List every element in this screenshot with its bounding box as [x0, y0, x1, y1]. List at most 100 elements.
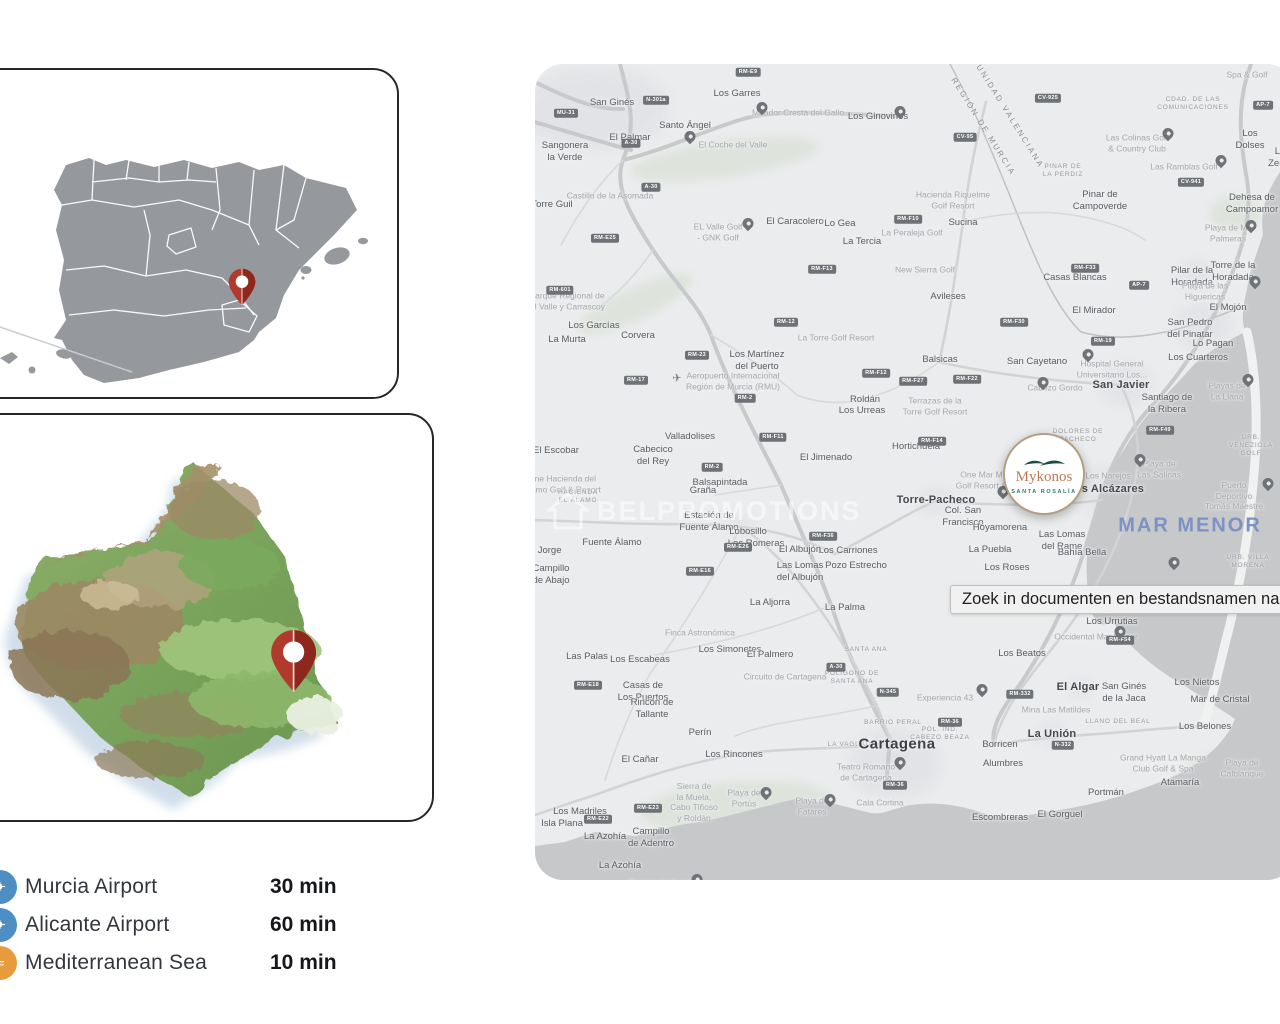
map-label: LLANO DEL BEAL	[1085, 718, 1150, 726]
legend-row-mediterranean-sea: ≈ Mediterranean Sea 10 min	[0, 944, 420, 982]
map-label: San Pedro del Pinatar	[1167, 317, 1212, 341]
map-label: Cala Cortina	[856, 798, 903, 809]
map-label: Teatro Romano de Cartagena	[837, 761, 895, 782]
map-label: El Mojón	[1210, 302, 1247, 314]
road-badge: RM-F11	[759, 433, 786, 442]
map-label: Dehesa de Campoamor	[1226, 192, 1278, 216]
map-label: Los Escabeas	[610, 654, 670, 666]
map-label: Valladolises	[665, 431, 715, 443]
map-label: La Puebla	[969, 544, 1012, 556]
map-label: Sucina	[948, 217, 977, 229]
road-badge: RM-601	[546, 286, 573, 295]
map-label: Los Garres	[714, 88, 761, 100]
area-map[interactable]: San GinésLos GarresSanto ÁngelEl PalmarS…	[535, 64, 1280, 880]
poi-pin-icon	[892, 755, 908, 771]
map-label: Rincón de Tallante	[631, 697, 674, 721]
poi-pin-icon	[1260, 476, 1276, 492]
map-label: Casas Blancas	[1043, 272, 1106, 284]
map-label: Los Carriones	[818, 545, 877, 557]
poi-pin-icon	[1247, 274, 1263, 290]
map-label: Playa de las Higuericas	[1182, 280, 1228, 301]
poi-pin-icon	[822, 792, 838, 808]
poi-pin-icon	[754, 100, 770, 116]
road-badge: MU-31	[554, 109, 578, 118]
map-label: HACIENDA EL ÁLAMO	[558, 489, 598, 505]
map-label: Lobosillo	[729, 526, 767, 538]
mykonos-marker[interactable]: Mykonos SANTA ROSALÍA	[1003, 433, 1085, 515]
poi-pin-icon	[1243, 218, 1259, 234]
map-label: Mar de Cristal	[1190, 694, 1249, 706]
map-label: Pinar de Campoverde	[1073, 189, 1127, 213]
spain-map-graphic	[0, 70, 397, 397]
legend-label: Alicante Airport	[25, 913, 169, 937]
poi-pin-icon	[892, 104, 908, 120]
map-label: Grand Hyatt La Manga Club Golf & Spa	[1120, 752, 1206, 773]
road-badge: RM-E9	[736, 68, 761, 77]
poi-pin-icon	[689, 872, 705, 880]
map-label: Las Colinas Golf & Country Club	[1106, 132, 1168, 153]
road-badge: RM-F22	[953, 375, 981, 384]
road-badge: RM-F10	[894, 215, 922, 224]
map-label: Los Beatos	[998, 648, 1046, 660]
map-label: Las Lomas del Rame	[1039, 529, 1085, 553]
map-label: Los Roses	[985, 562, 1030, 574]
road-badge: RM-2	[702, 463, 723, 472]
road-badge: RM-36	[883, 781, 907, 790]
map-label: Los Urreas	[839, 405, 885, 417]
map-label: Escombreras	[972, 812, 1028, 824]
map-label: Spa & Golf	[1226, 70, 1267, 81]
map-label: La Peraleja Golf	[882, 228, 943, 239]
poi-pin-icon	[1240, 372, 1256, 388]
road-badge: RM-E25	[591, 234, 619, 243]
map-label: URB. VILLA MORENA	[1226, 554, 1269, 570]
map-label: Los Rincones	[705, 749, 763, 761]
map-label: Los Dolses	[1228, 128, 1273, 152]
map-label: Terrazas de la Torre Golf Resort	[903, 395, 968, 416]
road-badge: RM-F36	[809, 532, 837, 541]
map-label: Casas de Los Puertos	[618, 680, 669, 704]
map-label: Aeropuerto Internacional Región de Murci…	[686, 370, 780, 391]
marker-brand-name: Mykonos	[1016, 469, 1073, 486]
road-badge: RM-12	[774, 318, 798, 327]
map-label: Los Urrutias	[1086, 616, 1137, 628]
map-label: One Hacienda del Álamo Golf & Resort	[535, 473, 601, 494]
sea-icon: ≈	[0, 946, 17, 980]
map-label: La Azohía	[584, 831, 626, 843]
road-badge: RM-F49	[1146, 426, 1174, 435]
poi-pin-icon	[1213, 153, 1229, 169]
road-badge: RM-F14	[918, 437, 946, 446]
poi-pin-icon	[1132, 452, 1148, 468]
map-label: Estación de Fuente Álamo	[679, 510, 738, 534]
map-label: La Azohía	[599, 860, 641, 872]
road-badge: RM-19	[1091, 337, 1115, 346]
map-label: Roldán	[850, 394, 880, 406]
map-label: Los Simonetes	[699, 644, 762, 656]
map-label: San Cayetano	[1007, 356, 1067, 368]
map-label: POLÍGONO DE SANTA ANA	[825, 670, 879, 686]
road-badge: A-30	[826, 663, 845, 672]
road-badge: RM-17	[624, 376, 648, 385]
road-badge: AP-7	[1129, 281, 1149, 290]
map-label: Playa de Calblanque	[1220, 757, 1263, 778]
spain-map-card	[0, 68, 399, 399]
map-label: Atamaría	[1161, 777, 1200, 789]
road-badge: RM-332	[1006, 690, 1033, 699]
map-label: Las Lomas del Albujón	[777, 560, 823, 584]
map-label-layer: San GinésLos GarresSanto ÁngelEl PalmarS…	[535, 64, 1280, 880]
map-label: SANTA ANA	[845, 646, 888, 654]
map-label: POL. IND. CABEZO BEAZA	[910, 726, 969, 742]
map-label: Playa de Portús	[727, 787, 760, 808]
map-label: Graña	[690, 485, 716, 497]
map-label: Borricen	[982, 739, 1017, 751]
road-badge: AP-7	[1253, 101, 1273, 110]
road-badge: A-30	[621, 139, 640, 148]
map-label: PINAR DE LA PERDIZ	[1043, 163, 1083, 179]
road-badge: N-332	[1052, 741, 1074, 750]
road-badge: RM-36	[938, 718, 962, 727]
road-badge: N-345	[877, 688, 899, 697]
map-label: Portmán	[1088, 787, 1124, 799]
road-badge: RM-F30	[1000, 318, 1028, 327]
road-badge: RM-F33	[1071, 264, 1099, 273]
plane-icon: ✈	[0, 870, 17, 904]
legend-row-alicante-airport: ✈ Alicante Airport 60 min	[0, 906, 420, 944]
